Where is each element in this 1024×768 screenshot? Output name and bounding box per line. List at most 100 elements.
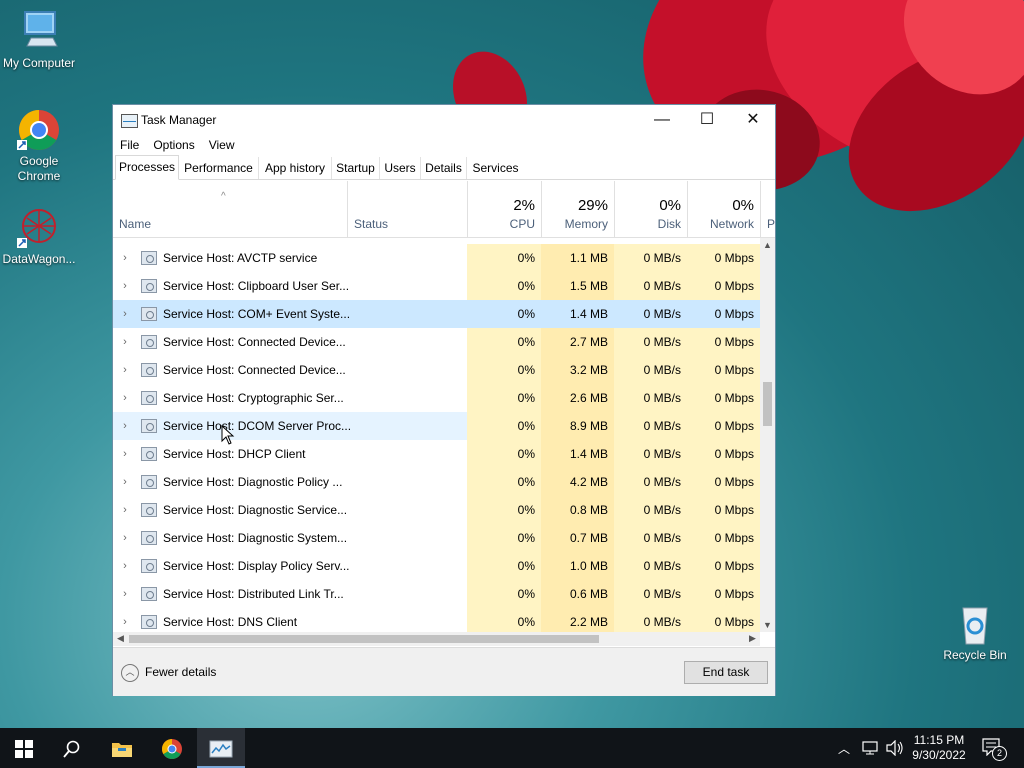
table-row[interactable]: › Service Host: Clipboard User Ser... 0% 1.… bbox=[113, 272, 760, 300]
memory-cell: 3.2 MB bbox=[541, 356, 614, 384]
taskbar-chrome[interactable] bbox=[148, 728, 196, 768]
menu-view[interactable]: View bbox=[202, 135, 242, 155]
network-icon[interactable] bbox=[862, 740, 880, 756]
expand-chevron-icon[interactable]: › bbox=[119, 552, 131, 580]
disk-cell: 0 MB/s bbox=[614, 580, 687, 608]
desktop-icon-recycle-bin[interactable]: Recycle Bin bbox=[935, 602, 1015, 663]
task-manager-icon bbox=[121, 114, 138, 128]
column-header-name[interactable]: Name bbox=[113, 181, 347, 237]
disk-cell: 0 MB/s bbox=[614, 552, 687, 580]
table-row[interactable]: › Service Host: DCOM Server Proc... 0% 8.9 … bbox=[113, 412, 760, 440]
horizontal-scroll-thumb[interactable] bbox=[129, 635, 599, 643]
expand-chevron-icon[interactable]: › bbox=[119, 272, 131, 300]
clock[interactable]: 11:15 PM 9/30/2022 bbox=[908, 733, 970, 763]
column-header-cpu[interactable]: 2% CPU bbox=[467, 181, 541, 237]
expand-chevron-icon[interactable]: › bbox=[119, 356, 131, 384]
scroll-right-icon[interactable]: ▶ bbox=[745, 633, 760, 644]
table-row[interactable]: › Service Host: Distributed Link Tr... 0% 0… bbox=[113, 580, 760, 608]
tab-processes[interactable]: Processes bbox=[115, 155, 179, 180]
network-cell: 0 Mbps bbox=[687, 328, 760, 356]
expand-chevron-icon[interactable]: › bbox=[119, 300, 131, 328]
table-row[interactable]: › Service Host: Display Policy Serv... 0% 1… bbox=[113, 552, 760, 580]
table-row[interactable]: › Service Host: Connected Device... 0% 2.7 … bbox=[113, 328, 760, 356]
table-row[interactable]: › Service Host: Diagnostic Policy ... 0% 4.… bbox=[113, 468, 760, 496]
table-row[interactable]: › Service Host: COM+ Event Syste... 0% 1.4 … bbox=[113, 300, 760, 328]
table-row[interactable]: › Service Host: DNS Client 0% 2.2 MB 0 MB/s 0… bbox=[113, 608, 760, 632]
expand-chevron-icon[interactable]: › bbox=[119, 328, 131, 356]
taskbar-file-explorer[interactable] bbox=[98, 728, 146, 768]
scroll-down-icon[interactable]: ▼ bbox=[760, 620, 775, 630]
column-header-row: ^ Name Status 2% CPU 29% Memory 0% Disk … bbox=[113, 181, 775, 238]
service-host-icon bbox=[141, 559, 157, 573]
expand-chevron-icon[interactable]: › bbox=[119, 440, 131, 468]
expand-chevron-icon[interactable]: › bbox=[119, 496, 131, 524]
memory-cell: 1.0 MB bbox=[541, 552, 614, 580]
tab-users[interactable]: Users bbox=[380, 157, 421, 179]
desktop-icon-datawagon[interactable]: DataWagon... bbox=[0, 206, 79, 267]
disk-total: 0% bbox=[659, 197, 681, 214]
title-bar[interactable]: Task Manager — ☐ ✕ bbox=[113, 105, 775, 135]
expand-chevron-icon[interactable]: › bbox=[119, 412, 131, 440]
expand-chevron-icon[interactable]: › bbox=[119, 524, 131, 552]
tab-app-history[interactable]: App history bbox=[259, 157, 332, 179]
folder-icon bbox=[112, 742, 132, 757]
desktop-icon-my-computer[interactable]: My Computer bbox=[0, 10, 79, 71]
maximize-button[interactable]: ☐ bbox=[684, 105, 730, 135]
tab-details[interactable]: Details bbox=[421, 157, 467, 179]
horizontal-scrollbar[interactable]: ◀ ▶ bbox=[113, 632, 760, 646]
column-header-disk[interactable]: 0% Disk bbox=[614, 181, 687, 237]
expand-chevron-icon[interactable]: › bbox=[119, 384, 131, 412]
service-host-icon bbox=[141, 391, 157, 405]
scroll-left-icon[interactable]: ◀ bbox=[113, 633, 128, 644]
service-host-icon bbox=[141, 363, 157, 377]
tab-startup[interactable]: Startup bbox=[332, 157, 380, 179]
table-row[interactable]: › Service Host: AVCTP service 0% 1.1 MB 0 MB… bbox=[113, 244, 760, 272]
vertical-scroll-thumb[interactable] bbox=[763, 382, 772, 426]
process-name: Service Host: DHCP Client bbox=[163, 447, 306, 461]
fewer-details-button[interactable]: ︿ Fewer details bbox=[121, 663, 216, 682]
disk-cell: 0 MB/s bbox=[614, 244, 687, 272]
end-task-button[interactable]: End task bbox=[684, 661, 768, 684]
menu-file[interactable]: File bbox=[113, 135, 146, 155]
network-cell: 0 Mbps bbox=[687, 356, 760, 384]
column-header-power[interactable]: P bbox=[760, 181, 775, 237]
menu-options[interactable]: Options bbox=[146, 135, 201, 155]
clock-date: 9/30/2022 bbox=[912, 748, 966, 762]
search-button[interactable] bbox=[48, 728, 96, 768]
column-header-network[interactable]: 0% Network bbox=[687, 181, 760, 237]
memory-cell: 2.7 MB bbox=[541, 328, 614, 356]
table-row[interactable]: › Service Host: DHCP Client 0% 1.4 MB 0 MB/s… bbox=[113, 440, 760, 468]
column-header-status[interactable]: Status bbox=[347, 181, 467, 237]
tab-performance[interactable]: Performance bbox=[179, 157, 259, 179]
table-row[interactable]: › Service Host: Connected Device... 0% 3.2 … bbox=[113, 356, 760, 384]
table-row[interactable]: › Service Host: Diagnostic Service... 0% 0.… bbox=[113, 496, 760, 524]
scroll-up-icon[interactable]: ▲ bbox=[760, 240, 775, 250]
network-cell: 0 Mbps bbox=[687, 496, 760, 524]
expand-chevron-icon[interactable]: › bbox=[119, 580, 131, 608]
process-name: Service Host: Display Policy Serv... bbox=[163, 559, 350, 573]
minimize-button[interactable]: — bbox=[639, 105, 685, 135]
volume-icon[interactable] bbox=[886, 740, 904, 756]
network-cell: 0 Mbps bbox=[687, 524, 760, 552]
show-hidden-icons-chevron-icon[interactable]: ︿ bbox=[838, 740, 850, 757]
column-header-memory[interactable]: 29% Memory bbox=[541, 181, 614, 237]
desktop-icon-label: Recycle Bin bbox=[943, 648, 1007, 662]
expand-chevron-icon[interactable]: › bbox=[119, 468, 131, 496]
disk-label: Disk bbox=[657, 217, 681, 231]
process-name: Service Host: Cryptographic Ser... bbox=[163, 391, 344, 405]
close-button[interactable]: ✕ bbox=[730, 105, 776, 135]
start-button[interactable] bbox=[0, 728, 48, 768]
expand-chevron-icon[interactable]: › bbox=[119, 608, 131, 632]
network-cell: 0 Mbps bbox=[687, 608, 760, 632]
menu-bar: File Options View bbox=[113, 135, 775, 155]
table-row[interactable]: › Service Host: Cryptographic Ser... 0% 2.6… bbox=[113, 384, 760, 412]
expand-chevron-icon[interactable]: › bbox=[119, 244, 131, 272]
action-center-button[interactable]: 2 bbox=[982, 738, 1007, 761]
tab-services[interactable]: Services bbox=[467, 157, 524, 179]
taskbar-task-manager[interactable] bbox=[197, 728, 245, 768]
desktop-icon-google-chrome[interactable]: Google Chrome bbox=[0, 108, 79, 184]
memory-cell: 1.1 MB bbox=[541, 244, 614, 272]
vertical-scrollbar[interactable]: ▲ ▼ bbox=[760, 238, 775, 632]
memory-cell: 2.2 MB bbox=[541, 608, 614, 632]
table-row[interactable]: › Service Host: Diagnostic System... 0% 0.7… bbox=[113, 524, 760, 552]
